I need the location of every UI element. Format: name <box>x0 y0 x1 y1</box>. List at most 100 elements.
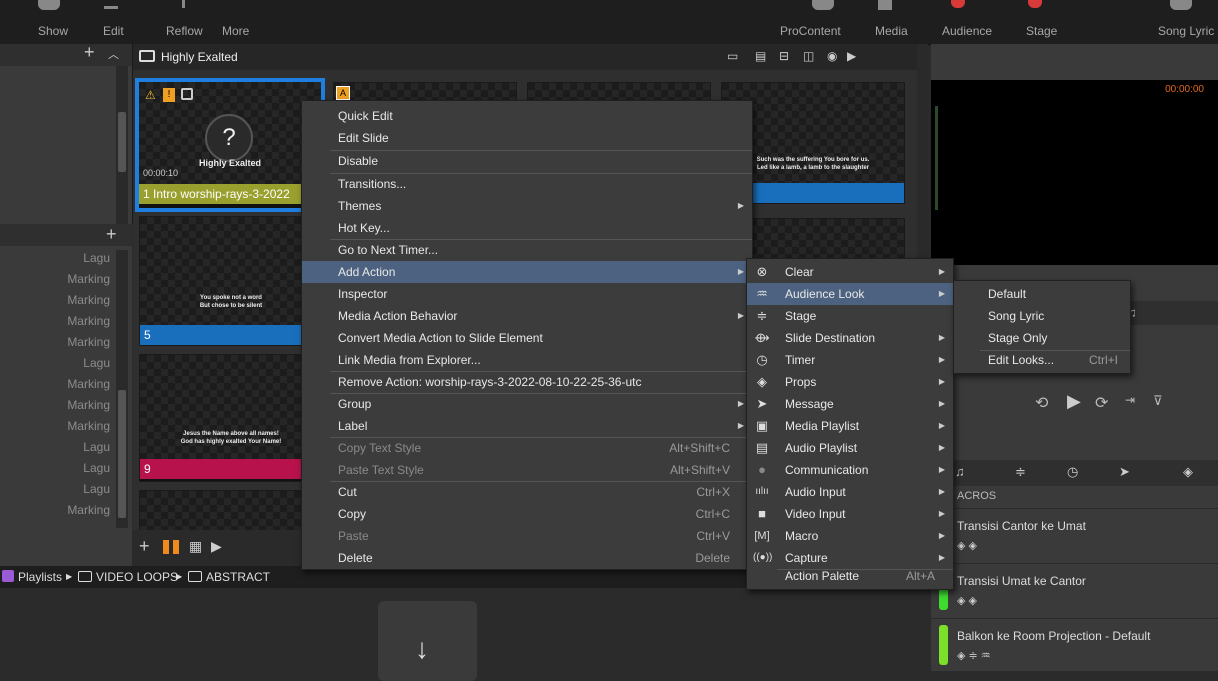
audience-button[interactable]: Audience <box>942 24 992 38</box>
menu-item-label[interactable]: Label ▶ <box>302 415 752 437</box>
submenu-arrow-icon: ▶ <box>938 355 945 364</box>
breadcrumb-video-loops[interactable]: VIDEO LOOPS <box>96 570 178 584</box>
add-slide-icon[interactable]: + <box>139 536 150 557</box>
list-item[interactable]: Marking <box>10 419 110 433</box>
header-tool-icon[interactable]: ▭ <box>727 49 738 63</box>
menu-item-quick-edit[interactable]: Quick Edit <box>302 105 752 127</box>
menu-item-look-default[interactable]: Default <box>954 283 1130 305</box>
marker-icon[interactable]: ⊽ <box>1153 393 1163 409</box>
menu-item-audience-look[interactable]: ♒ Audience Look ▶ <box>747 283 953 305</box>
list-item[interactable]: Marking <box>10 335 110 349</box>
menu-item-look-stage-only[interactable]: Stage Only <box>954 327 1130 349</box>
menu-item-media-playlist[interactable]: ▣ Media Playlist ▶ <box>747 415 953 437</box>
menu-item-action-palette[interactable]: Action Palette Alt+A <box>747 565 953 587</box>
breadcrumb-playlists[interactable]: Playlists <box>18 570 62 584</box>
list-item[interactable]: Marking <box>10 377 110 391</box>
layout-icon[interactable]: ⊟ <box>779 49 789 63</box>
menu-item-video-input[interactable]: ■ Video Input ▶ <box>747 503 953 525</box>
list-item[interactable]: Marking <box>10 293 110 307</box>
menu-item-remove-action[interactable]: Remove Action: worship-rays-3-2022-08-10… <box>302 371 752 393</box>
slide-9[interactable]: Jesus the Name above all names! God has … <box>139 354 323 482</box>
slide-13[interactable] <box>139 490 323 532</box>
play-slide-icon[interactable]: ▶ <box>847 49 856 63</box>
menu-item-delete[interactable]: Delete Delete <box>302 547 752 569</box>
play-icon[interactable]: ▶ <box>1067 391 1081 412</box>
menu-item-props[interactable]: ◈ Props ▶ <box>747 371 953 393</box>
import-drop-zone[interactable]: ↓ <box>378 601 477 681</box>
menu-item-add-action[interactable]: Add Action ▶ <box>302 261 752 283</box>
forward-15-icon[interactable]: ⟳ <box>1095 393 1108 413</box>
menu-item-look-song-lyric[interactable]: Song Lyric <box>954 305 1130 327</box>
list-item[interactable]: Marking <box>10 314 110 328</box>
edit-button[interactable]: Edit <box>103 24 124 38</box>
library-scroll-thumb[interactable] <box>118 112 126 172</box>
menu-item-stage[interactable]: ≑ Stage <box>747 305 953 327</box>
menu-item-edit-slide[interactable]: Edit Slide <box>302 127 752 149</box>
list-item[interactable]: Marking <box>10 272 110 286</box>
menu-item-group[interactable]: Group ▶ <box>302 393 752 415</box>
menu-item-macro[interactable]: [M] Macro ▶ <box>747 525 953 547</box>
menu-item-audio-playlist[interactable]: ▤ Audio Playlist ▶ <box>747 437 953 459</box>
play-toggle-icon[interactable]: ▶ <box>211 538 222 555</box>
song-lyric-button[interactable]: Song Lyric <box>1158 24 1214 38</box>
props-tab-icon[interactable]: ◈ <box>1183 464 1193 480</box>
message-tab-icon[interactable]: ➤ <box>1119 464 1130 480</box>
list-item[interactable]: Lagu <box>10 461 110 475</box>
menu-item-slide-destination[interactable]: ⟴ Slide Destination ▶ <box>747 327 953 349</box>
slide-1[interactable]: ⚠ ! ? Highly Exalted 00:00:10 1 Intro wo… <box>135 78 325 212</box>
menu-item-audio-input[interactable]: ıılıı Audio Input ▶ <box>747 481 953 503</box>
menu-item-go-to-next-timer[interactable]: Go to Next Timer... <box>302 239 752 261</box>
menu-item-timer[interactable]: ◷ Timer ▶ <box>747 349 953 371</box>
menu-item-convert-media-action[interactable]: Convert Media Action to Slide Element <box>302 327 752 349</box>
grid-view-icon[interactable]: ◫ <box>803 49 814 63</box>
text-icon[interactable]: ▤ <box>755 49 766 63</box>
menu-item-communication[interactable]: ● Communication ▶ <box>747 459 953 481</box>
media-button[interactable]: Media <box>875 24 908 38</box>
record-icon[interactable]: ◉ <box>827 49 837 63</box>
groups-scrollbar[interactable] <box>116 250 128 528</box>
menu-item-inspector[interactable]: Inspector <box>302 283 752 305</box>
rewind-15-icon[interactable]: ⟲ <box>1035 393 1048 413</box>
menu-item-edit-looks[interactable]: Edit Looks... Ctrl+I <box>954 349 1130 371</box>
menu-item-disable[interactable]: Disable <box>302 150 752 172</box>
reflow-button[interactable]: Reflow <box>166 24 203 38</box>
menu-item-clear[interactable]: ⊗ Clear ▶ <box>747 261 953 283</box>
macro-item[interactable]: Transisi Umat ke Cantor ◈ ◈ <box>931 563 1218 618</box>
menu-item-message[interactable]: ➤ Message ▶ <box>747 393 953 415</box>
menu-item-paste[interactable]: Paste Ctrl+V <box>302 525 752 547</box>
menu-item-copy-text-style[interactable]: Copy Text Style Alt+Shift+C <box>302 437 752 459</box>
slide-5[interactable]: You spoke not a word But chose to be sil… <box>139 216 323 346</box>
breadcrumb-abstract[interactable]: ABSTRACT <box>206 570 270 584</box>
menu-item-paste-text-style[interactable]: Paste Text Style Alt+Shift+V <box>302 459 752 481</box>
collapse-icon[interactable]: ︿ <box>108 46 119 62</box>
show-button[interactable]: Show <box>38 24 68 38</box>
library-scrollbar[interactable] <box>116 66 128 224</box>
add-library-icon[interactable]: + <box>84 42 95 63</box>
list-item[interactable]: Lagu <box>10 356 110 370</box>
add-group-icon[interactable]: + <box>106 224 117 245</box>
macro-item[interactable]: Transisi Cantor ke Umat ◈ ◈ <box>931 508 1218 563</box>
skip-10-icon[interactable]: ⇥ <box>1125 393 1135 407</box>
stage-tab-icon[interactable]: ≑ <box>1015 464 1026 480</box>
menu-item-media-action-behavior[interactable]: Media Action Behavior ▶ <box>302 305 752 327</box>
menu-item-themes[interactable]: Themes ▶ <box>302 195 752 217</box>
macro-item[interactable]: Balkon ke Room Projection - Default ◈ ≑ … <box>931 618 1218 673</box>
timer-tab-icon[interactable]: ◷ <box>1067 464 1078 480</box>
grid-view-button[interactable] <box>163 540 169 554</box>
menu-item-cut[interactable]: Cut Ctrl+X <box>302 481 752 503</box>
checker-toggle-icon[interactable]: ▦ <box>189 538 202 555</box>
list-item[interactable]: Marking <box>10 503 110 517</box>
menu-item-hot-key[interactable]: Hot Key... <box>302 217 752 239</box>
audio-tab-icon[interactable]: ♫ <box>955 464 965 479</box>
list-item[interactable]: Lagu <box>10 482 110 496</box>
stage-button[interactable]: Stage <box>1026 24 1057 38</box>
list-item[interactable]: Lagu <box>10 251 110 265</box>
menu-item-link-media[interactable]: Link Media from Explorer... <box>302 349 752 371</box>
list-item[interactable]: Lagu <box>10 440 110 454</box>
menu-item-copy[interactable]: Copy Ctrl+C <box>302 503 752 525</box>
groups-scroll-thumb[interactable] <box>118 390 126 518</box>
list-item[interactable]: Marking <box>10 398 110 412</box>
menu-item-transitions[interactable]: Transitions... <box>302 173 752 195</box>
procontent-button[interactable]: ProContent <box>780 24 841 38</box>
more-button[interactable]: More <box>222 24 249 38</box>
